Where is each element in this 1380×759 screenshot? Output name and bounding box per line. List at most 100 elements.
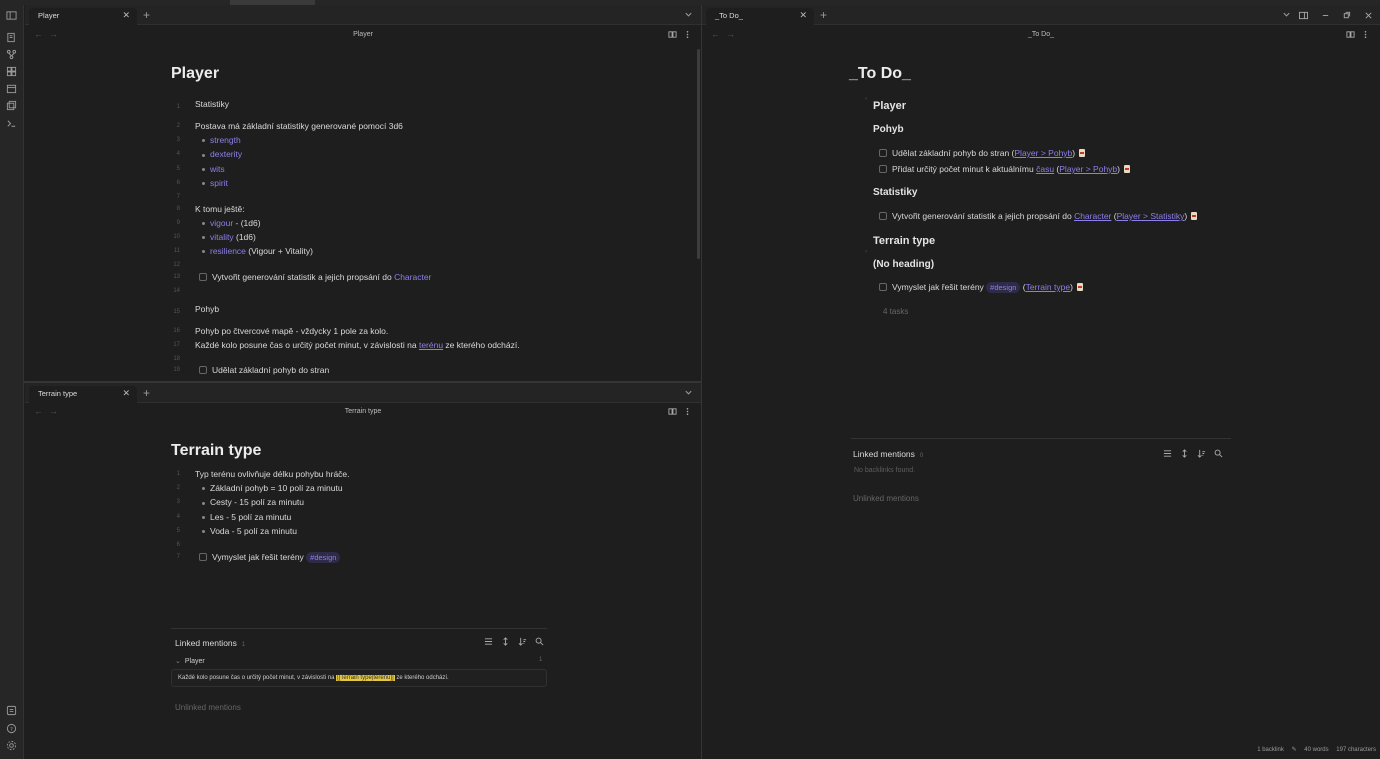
help-icon[interactable]: ? [6,723,17,734]
internal-link[interactable]: wits [210,164,225,174]
fold-marker-icon[interactable]: › [857,249,867,255]
section-heading[interactable]: Statistiky [195,99,229,109]
internal-link[interactable]: resilience [210,246,246,256]
task-checkbox[interactable] [199,552,207,561]
editor-line[interactable]: Každé kolo posune čas o určitý počet min… [195,340,520,350]
search-icon[interactable] [1214,449,1223,458]
sort-icon[interactable] [518,637,527,646]
task-checkbox[interactable] [879,212,887,220]
editor-line[interactable]: vigour - (1d6) [202,218,261,228]
reading-view-icon[interactable] [668,407,677,416]
open-file-icon[interactable] [1191,212,1198,220]
back-arrow-icon[interactable]: ← [34,29,43,39]
task-item[interactable]: Vytvořit generování statistik a jejich p… [879,211,1198,221]
forward-arrow-icon[interactable]: → [726,29,735,39]
back-arrow-icon[interactable]: ← [711,29,720,39]
editor-line[interactable]: Voda - 5 polí za minutu [202,526,297,536]
source-link[interactable]: Player > Pohyb [1059,164,1117,174]
edit-pencil-icon[interactable]: ✎ [1292,747,1297,753]
internal-link[interactable]: spirit [210,178,228,188]
section-heading[interactable]: Pohyb [195,304,219,314]
tag-design[interactable]: #design [306,551,341,563]
editor-line[interactable]: Udělat základní pohyb do stran [199,365,329,375]
unlinked-mentions-header[interactable]: Unlinked mentions [853,494,919,503]
status-backlinks[interactable]: 1 backlink [1257,747,1284,753]
editor-line[interactable]: spirit [202,178,228,188]
editor-line[interactable]: Typ terénu ovlivňuje délku pohybu hráče. [195,469,350,479]
internal-link[interactable]: dexterity [210,149,242,159]
tab-list-chevron-icon[interactable] [684,388,693,397]
chevron-down-icon[interactable]: ⌄ [175,658,181,665]
internal-link[interactable]: času [1036,164,1054,174]
task-checkbox[interactable] [879,165,887,173]
new-tab-icon[interactable]: + [143,386,150,400]
heading-file[interactable]: Terrain type [873,235,935,247]
editor-line[interactable]: strength [202,135,241,145]
backlink-snippet[interactable]: Každé kolo posune čas o určitý počet min… [171,669,547,687]
tab-terrain-type[interactable]: Terrain type ✕ [29,386,137,403]
editor-line[interactable]: resilience (Vigour + Vitality) [202,246,313,256]
maximize-icon[interactable] [1342,11,1351,20]
editor-line[interactable]: dexterity [202,149,242,159]
internal-link[interactable]: strength [210,135,241,145]
editor-player[interactable]: Player 1 Statistiky 2 Postava má základní s… [25,47,701,381]
editor-terrain-type[interactable]: Terrain type 1 Typ terénu ovlivňuje délku… [25,424,701,759]
task-checkbox[interactable] [879,283,887,291]
editor-to-do[interactable]: _To Do_ Player Pohyb Udělat základní pohyb… [702,47,1380,747]
task-item[interactable]: Vymyslet jak řešit terény #design (Terra… [879,282,1083,293]
close-tab-icon[interactable]: ✕ [122,10,130,21]
linked-mentions-header[interactable]: Linked mentions 1 [175,638,245,648]
heading-section[interactable]: Pohyb [873,124,904,135]
more-options-icon[interactable] [683,407,692,416]
more-options-icon[interactable] [1361,30,1370,39]
new-tab-icon[interactable]: + [820,8,827,22]
tab-player[interactable]: Player ✕ [29,8,137,25]
new-tab-icon[interactable]: + [143,8,150,22]
task-checkbox[interactable] [199,272,207,281]
more-options-icon[interactable] [683,30,692,39]
editor-line[interactable]: vitality (1d6) [202,232,256,242]
linked-mentions-header[interactable]: Linked mentions 0 [853,449,923,459]
open-file-icon[interactable] [1079,149,1086,157]
sort-icon[interactable] [1197,449,1206,458]
files-icon[interactable] [6,32,17,43]
view-header-title[interactable]: Terrain type [313,408,413,415]
search-icon[interactable] [535,637,544,646]
editor-line[interactable]: Postava má základní statistiky generovan… [195,121,403,131]
view-header-title[interactable]: Player [313,31,413,38]
tab-to-do[interactable]: _To Do_ ✕ [706,8,814,25]
minimize-icon[interactable] [1321,11,1330,20]
canvas-icon[interactable] [6,66,17,77]
reading-view-icon[interactable] [1346,30,1355,39]
editor-line[interactable]: Vytvořit generování statistik a jejich p… [199,272,431,282]
fold-marker-icon[interactable]: › [857,96,867,102]
scrollbar[interactable] [697,49,700,259]
terminal-icon[interactable] [6,118,17,129]
close-tab-icon[interactable]: ✕ [799,10,807,21]
backlink-group[interactable]: ⌄ Player [175,657,205,665]
internal-link[interactable]: terénu [419,340,443,350]
task-checkbox[interactable] [199,366,207,375]
editor-line[interactable]: Cesty - 15 polí za minutu [202,497,304,507]
internal-link[interactable]: Character [394,272,431,282]
expand-context-icon[interactable] [501,637,510,646]
unlinked-mentions-header[interactable]: Unlinked mentions [175,703,241,712]
source-link[interactable]: Player > Statistiky [1117,211,1185,221]
editor-line[interactable]: wits [202,164,225,174]
collapse-results-icon[interactable] [1163,449,1172,458]
vault-icon[interactable] [6,705,17,716]
task-checkbox[interactable] [879,149,887,157]
back-arrow-icon[interactable]: ← [34,406,43,416]
editor-line[interactable]: Základní pohyb = 10 polí za minutu [202,483,343,493]
calendar-icon[interactable] [6,83,17,94]
editor-line[interactable]: Vymyslet jak řešit terény #design [199,551,341,563]
view-header-title[interactable]: _To Do_ [991,31,1091,38]
settings-gear-icon[interactable] [6,740,17,751]
tab-list-chevron-icon[interactable] [684,10,693,19]
editor-line[interactable]: Pohyb po čtvercové mapě - vždycky 1 pole… [195,326,388,336]
internal-link[interactable]: vigour [210,218,233,228]
forward-arrow-icon[interactable]: → [49,406,58,416]
task-item[interactable]: Udělat základní pohyb do stran (Player >… [879,148,1086,158]
open-file-icon[interactable] [1076,283,1083,291]
editor-line[interactable]: Les - 5 polí za minutu [202,512,291,522]
